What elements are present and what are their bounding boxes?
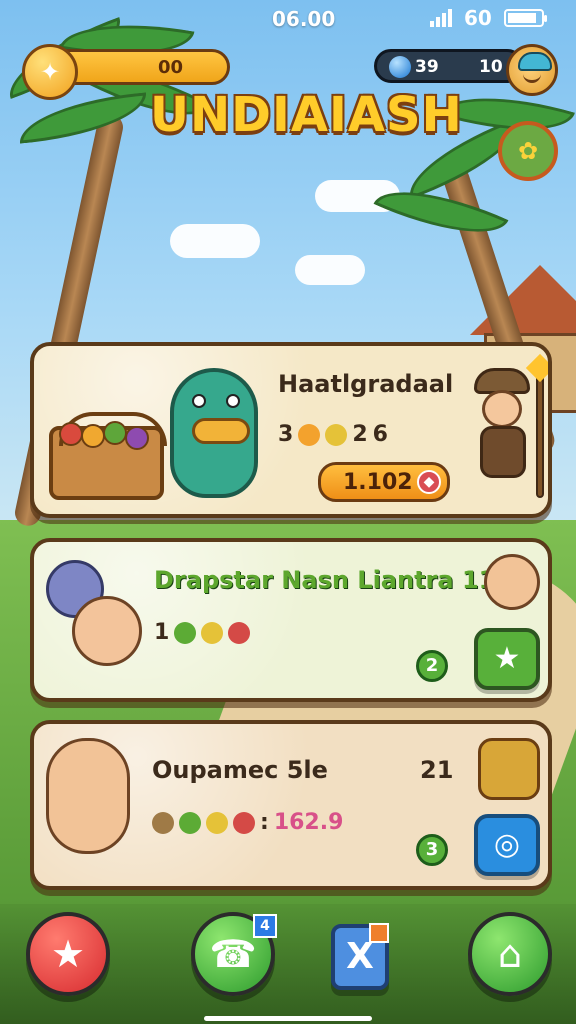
- star-icon: [525, 353, 548, 383]
- backpack-character: [478, 738, 540, 800]
- explorer-character: [466, 353, 548, 500]
- count-badge: 3: [416, 834, 448, 866]
- resource-icon: [233, 811, 255, 834]
- quest-card[interactable]: Oupamec 5le 21 : 162.9 3 ◎: [30, 720, 552, 890]
- quest-stats: : 162.9: [152, 810, 343, 835]
- game-title: UNDIAIASH: [150, 87, 463, 143]
- resource-icon: [298, 423, 321, 446]
- resource-icon: [174, 621, 197, 644]
- phone-badge: 4: [253, 914, 277, 938]
- palm-leaf: [16, 92, 150, 144]
- resource-icon: [206, 811, 228, 834]
- quest-stats: 3 2 6: [278, 422, 388, 447]
- cloud: [295, 255, 365, 285]
- quest-card[interactable]: Drapstar Nasn Liantra 11 1 2 ★: [30, 538, 552, 702]
- attack-button[interactable]: ★: [474, 628, 540, 690]
- worker-character: [46, 738, 130, 854]
- resource-icon: [201, 621, 224, 644]
- explorer-body: [480, 426, 526, 478]
- stats-mid: 2: [352, 422, 368, 447]
- quest-title: Haatlgradaal: [278, 370, 454, 398]
- fruit: [125, 426, 149, 450]
- count-badge: 2: [416, 650, 448, 682]
- corner-badge: [369, 923, 389, 943]
- resource-icon: [228, 621, 251, 644]
- battery-icon: [503, 9, 547, 27]
- energy-right-value: 10: [479, 57, 503, 77]
- quest-stats: 1: [154, 620, 251, 645]
- price-button[interactable]: 1.102 ◆: [318, 462, 450, 502]
- gem-icon: ◆: [417, 470, 441, 494]
- dragon-eye: [192, 394, 206, 408]
- fruit: [59, 422, 83, 446]
- explorer-kid-character: [484, 554, 540, 610]
- status-bar: 06.00 60: [0, 0, 576, 34]
- status-time: 06.00: [272, 7, 336, 31]
- resource-icon: [179, 811, 201, 834]
- player-avatar[interactable]: [506, 44, 558, 96]
- gem-icon: [389, 56, 411, 78]
- resource-icon: [325, 423, 348, 446]
- status-icons: 60: [430, 6, 547, 30]
- quest-title: Drapstar Nasn Liantra 11: [154, 566, 496, 594]
- leaf-badge-icon[interactable]: ✿: [498, 121, 558, 181]
- stats-prefix: 1: [154, 620, 170, 645]
- favorites-button[interactable]: ★: [26, 912, 110, 996]
- stats-prefix: 3: [278, 422, 294, 447]
- dragon-eye: [226, 394, 240, 408]
- energy-left-value: 39: [415, 57, 439, 77]
- green-dragon-character: [170, 368, 258, 498]
- signal-icon: [430, 9, 452, 27]
- explorer-face: [482, 390, 522, 428]
- coin-icon: ✦: [22, 44, 78, 100]
- fruit: [103, 421, 127, 445]
- home-indicator: [204, 1016, 372, 1021]
- fruit-basket: [49, 412, 167, 500]
- target-button[interactable]: ◎: [474, 814, 540, 876]
- stats-suffix: 6: [372, 422, 388, 447]
- stats-separator: :: [260, 810, 269, 835]
- quest-card[interactable]: Haatlgradaal 3 2 6 1.102 ◆: [30, 342, 552, 518]
- status-right-text: 60: [464, 6, 492, 30]
- resource-icon: [152, 811, 174, 834]
- price-value: 1.102: [343, 470, 413, 495]
- kid-character: [72, 596, 142, 666]
- quest-count: 21: [420, 756, 454, 784]
- home-button[interactable]: ⌂: [468, 912, 552, 996]
- fruit: [81, 424, 105, 448]
- coin-value: 00: [158, 57, 184, 78]
- quest-title: Oupamec 5le: [152, 756, 328, 784]
- energy-bar[interactable]: 39 10: [374, 49, 524, 83]
- stats-value: 162.9: [273, 810, 344, 835]
